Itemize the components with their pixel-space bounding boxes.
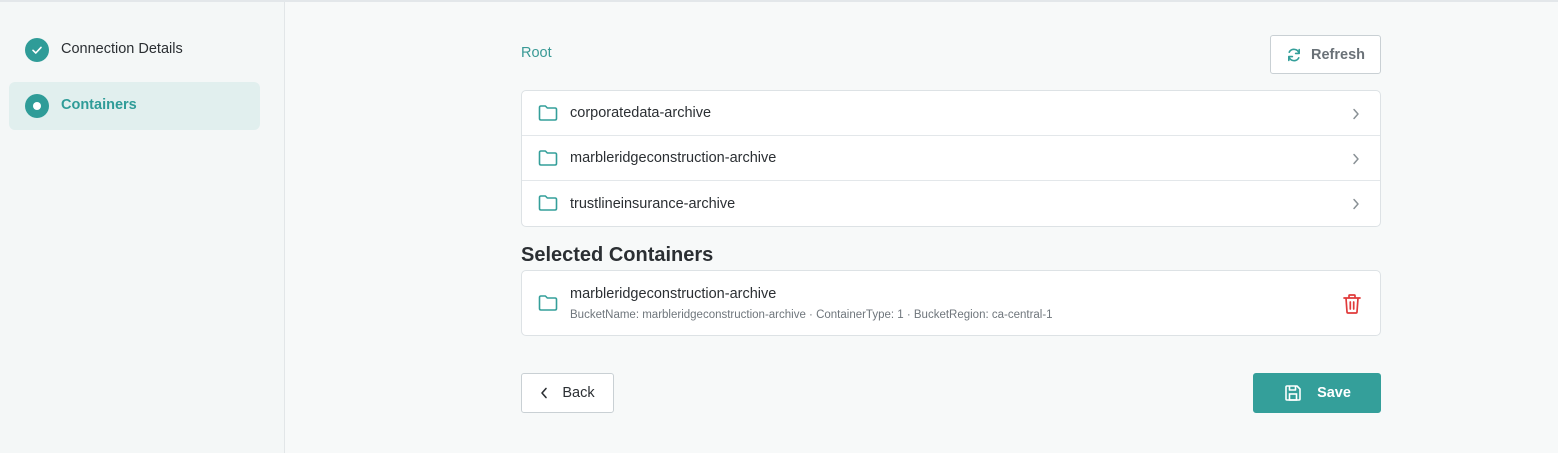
selected-container-meta: BucketName: marbleridgeconstruction-arch… — [570, 309, 1053, 321]
breadcrumb-root[interactable]: Root — [521, 45, 552, 61]
container-row[interactable]: marbleridgeconstruction-archive — [522, 136, 1380, 181]
save-label: Save — [1317, 385, 1351, 401]
floppy-disk-icon — [1283, 383, 1317, 403]
container-row[interactable]: trustlineinsurance-archive — [522, 181, 1380, 226]
back-button[interactable]: Back — [521, 373, 614, 413]
chevron-right-icon — [1352, 152, 1360, 170]
container-name: corporatedata-archive — [570, 105, 712, 121]
chevron-right-icon — [1352, 197, 1360, 215]
container-list: corporatedata-archive marbleridgeconstru… — [521, 90, 1381, 227]
selected-container-item: marbleridgeconstruction-archive BucketNa… — [521, 270, 1381, 336]
dot-icon — [25, 94, 49, 118]
chevron-left-icon — [540, 387, 562, 399]
folder-icon — [538, 294, 558, 317]
save-button[interactable]: Save — [1253, 373, 1381, 413]
container-name: trustlineinsurance-archive — [570, 195, 736, 212]
selected-container-name: marbleridgeconstruction-archive — [570, 286, 777, 302]
step-label: Connection Details — [61, 41, 183, 57]
container-row[interactable]: corporatedata-archive — [522, 91, 1380, 136]
check-icon — [25, 38, 49, 62]
folder-icon — [538, 149, 558, 172]
refresh-label: Refresh — [1311, 46, 1365, 63]
chevron-right-icon — [1352, 107, 1360, 125]
folder-icon — [538, 194, 558, 217]
selected-containers-heading: Selected Containers — [521, 244, 714, 266]
step-containers[interactable]: Containers — [9, 82, 260, 130]
wizard-sidebar: Connection Details Containers — [0, 2, 285, 453]
container-name: marbleridgeconstruction-archive — [570, 150, 777, 166]
step-connection-details[interactable]: Connection Details — [9, 26, 260, 74]
back-label: Back — [562, 385, 595, 401]
refresh-button[interactable]: Refresh — [1270, 35, 1381, 74]
trash-icon[interactable] — [1342, 293, 1362, 320]
folder-icon — [538, 104, 558, 127]
refresh-icon — [1286, 47, 1311, 63]
step-label: Containers — [61, 97, 137, 113]
main-panel: Root Refresh corporatedata-archive marbl… — [286, 2, 1558, 453]
